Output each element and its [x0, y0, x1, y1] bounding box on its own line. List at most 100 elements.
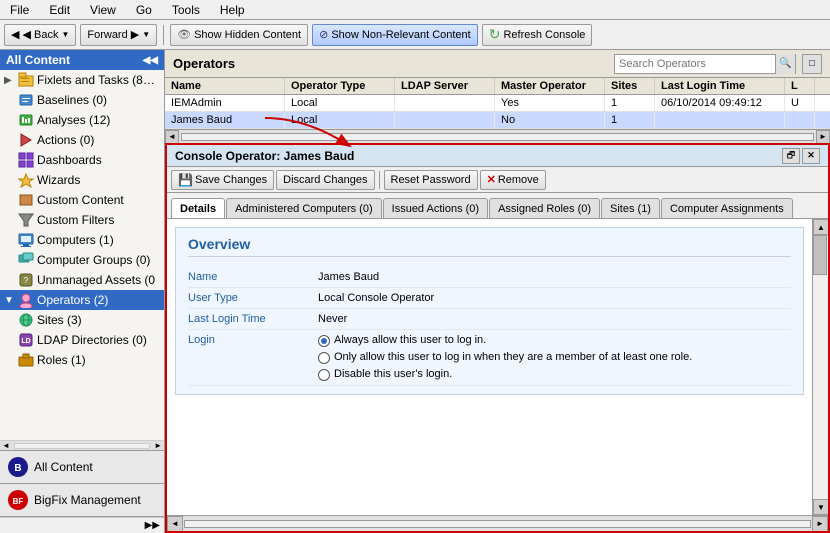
menu-tools[interactable]: Tools	[166, 2, 206, 18]
name-field-value: James Baud	[318, 271, 791, 283]
svg-text:BF: BF	[13, 497, 24, 506]
vscroll-down[interactable]: ▼	[813, 499, 828, 515]
col-lastlogin-header[interactable]: Last Login Time	[655, 78, 785, 94]
col-name-header[interactable]: Name	[165, 78, 285, 94]
sidebar-item-computer-groups[interactable]: Computer Groups (0)	[0, 250, 164, 270]
row0-name: IEMAdmin	[165, 95, 285, 111]
tab-assigned-roles[interactable]: Assigned Roles (0)	[489, 198, 600, 218]
sidebar-item-computers[interactable]: Computers (1)	[0, 230, 164, 250]
toolbar: ◀ ◀ Back ▼ Forward ▶ ▼ 👁 Show Hidden Con…	[0, 20, 830, 50]
detail-content-area: Overview Name James Baud User Type Local…	[167, 219, 828, 515]
sidebar-item-operators[interactable]: ▼ Operators (2)	[0, 290, 164, 310]
row1-lastlogin	[655, 112, 785, 128]
sidebar-item-fixlets[interactable]: ▶ Fixlets and Tasks (881)	[0, 70, 164, 90]
row1-name: James Baud	[165, 112, 285, 128]
sidebar-item-analyses[interactable]: Analyses (12)	[0, 110, 164, 130]
refresh-button[interactable]: ↻ Refresh Console	[482, 24, 593, 46]
tab-computer-assignments[interactable]: Computer Assignments	[661, 198, 793, 218]
search-operators-button[interactable]: 🔍	[775, 54, 795, 74]
col-ldap-header[interactable]: LDAP Server	[395, 78, 495, 94]
table-scroll-right[interactable]: ►	[816, 130, 830, 144]
login-disable-radio[interactable]	[318, 369, 330, 381]
vscroll-up[interactable]: ▲	[813, 219, 828, 235]
sidebar-item-custom-filters[interactable]: Custom Filters	[0, 210, 164, 230]
svg-text:B: B	[14, 463, 21, 474]
show-nonrelevant-button[interactable]: ⊘ Show Non-Relevant Content	[312, 24, 478, 46]
hscroll-right[interactable]: ►	[812, 516, 828, 532]
col-l-header[interactable]: L	[785, 78, 815, 94]
sidebar-item-ldap[interactable]: LD LDAP Directories (0)	[0, 330, 164, 350]
sidebar-footer: B All Content BF BigFix Management	[0, 450, 164, 517]
refresh-label: Refresh Console	[503, 29, 585, 41]
col-master-header[interactable]: Master Operator	[495, 78, 605, 94]
show-hidden-label: Show Hidden Content	[194, 29, 301, 41]
forward-button[interactable]: Forward ▶ ▼	[80, 24, 157, 46]
custom-filters-label: Custom Filters	[37, 213, 114, 227]
sidebar-item-actions[interactable]: Actions (0)	[0, 130, 164, 150]
back-icon: ◀	[11, 28, 19, 41]
sidebar-item-sites[interactable]: Sites (3)	[0, 310, 164, 330]
sidebar-item-custom-content[interactable]: Custom Content	[0, 190, 164, 210]
show-hidden-button[interactable]: 👁 Show Hidden Content	[170, 24, 308, 46]
reset-password-button[interactable]: Reset Password	[384, 170, 478, 190]
tab-issued-actions[interactable]: Issued Actions (0)	[383, 198, 488, 218]
menu-file[interactable]: File	[4, 2, 35, 18]
tab-administered-computers[interactable]: Administered Computers (0)	[226, 198, 382, 218]
tab-sites[interactable]: Sites (1)	[601, 198, 660, 218]
table-row[interactable]: IEMAdmin Local Yes 1 06/10/2014 09:49:12…	[165, 95, 830, 112]
row0-master: Yes	[495, 95, 605, 111]
col-sites-header[interactable]: Sites	[605, 78, 655, 94]
vscroll-thumb[interactable]	[813, 235, 827, 275]
show-nonrelevant-icon: ⊘	[319, 28, 328, 41]
remove-button[interactable]: ✕ Remove	[480, 170, 546, 190]
sidebar-item-wizards[interactable]: Wizards	[0, 170, 164, 190]
search-box: 🔍	[614, 54, 796, 74]
col-operator-type-header[interactable]: Operator Type	[285, 78, 395, 94]
sidebar-expand-btn[interactable]: ▶▶	[0, 517, 164, 533]
tab-details[interactable]: Details	[171, 198, 225, 218]
login-always-radio[interactable]	[318, 335, 330, 347]
hscroll-left[interactable]: ◄	[167, 516, 183, 532]
sidebar-item-dashboards[interactable]: Dashboards	[0, 150, 164, 170]
table-body: IEMAdmin Local Yes 1 06/10/2014 09:49:12…	[165, 95, 830, 129]
bigfix-nav-btn[interactable]: BF BigFix Management	[0, 484, 164, 517]
menu-help[interactable]: Help	[214, 2, 251, 18]
search-area: 🔍 □	[614, 54, 822, 74]
menu-view[interactable]: View	[84, 2, 122, 18]
sidebar-title: All Content	[6, 53, 70, 67]
all-content-nav-label: All Content	[34, 460, 93, 474]
table-scroll-left[interactable]: ◄	[165, 130, 179, 144]
login-option-disable[interactable]: Disable this user's login.	[318, 368, 791, 381]
search-operators-input[interactable]	[615, 55, 775, 73]
row1-l	[785, 112, 815, 128]
sidebar-scroll-left[interactable]: ◄	[0, 441, 12, 450]
login-always-label: Always allow this user to log in.	[334, 334, 486, 346]
sidebar-item-baselines[interactable]: Baselines (0)	[0, 90, 164, 110]
sidebar-scroll-right[interactable]: ►	[152, 441, 164, 450]
actions-icon	[18, 132, 34, 148]
sidebar-collapse-btn[interactable]: ◀◀	[143, 55, 158, 66]
table-row[interactable]: James Baud Local No 1	[165, 112, 830, 129]
detail-panel: Console Operator: James Baud 🗗 ✕ 💾 Save …	[165, 143, 830, 533]
all-content-nav-btn[interactable]: B All Content	[0, 451, 164, 484]
back-button[interactable]: ◀ ◀ Back ▼	[4, 24, 76, 46]
login-option-always[interactable]: Always allow this user to log in.	[318, 334, 791, 347]
sidebar-item-unmanaged[interactable]: ? Unmanaged Assets (0	[0, 270, 164, 290]
operators-expander: ▼	[4, 295, 18, 306]
menu-go[interactable]: Go	[130, 2, 158, 18]
menu-edit[interactable]: Edit	[43, 2, 76, 18]
sidebar-expand-icon: ▶▶	[145, 520, 160, 531]
overview-content: Overview Name James Baud User Type Local…	[167, 219, 812, 515]
sidebar-item-roles[interactable]: Roles (1)	[0, 350, 164, 370]
detail-restore-btn[interactable]: 🗗	[782, 148, 800, 164]
forward-icon: ▶	[131, 28, 139, 41]
login-member-radio[interactable]	[318, 352, 330, 364]
save-changes-button[interactable]: 💾 Save Changes	[171, 170, 274, 190]
operators-label: Operators (2)	[37, 293, 108, 307]
detail-close-btn[interactable]: ✕	[802, 148, 820, 164]
discard-changes-button[interactable]: Discard Changes	[276, 170, 374, 190]
bigfix-svg: BF	[8, 490, 28, 510]
login-option-member[interactable]: Only allow this user to log in when they…	[318, 351, 791, 364]
bigfix-nav-icon: BF	[8, 490, 28, 510]
panel-window-icon[interactable]: □	[802, 54, 822, 74]
